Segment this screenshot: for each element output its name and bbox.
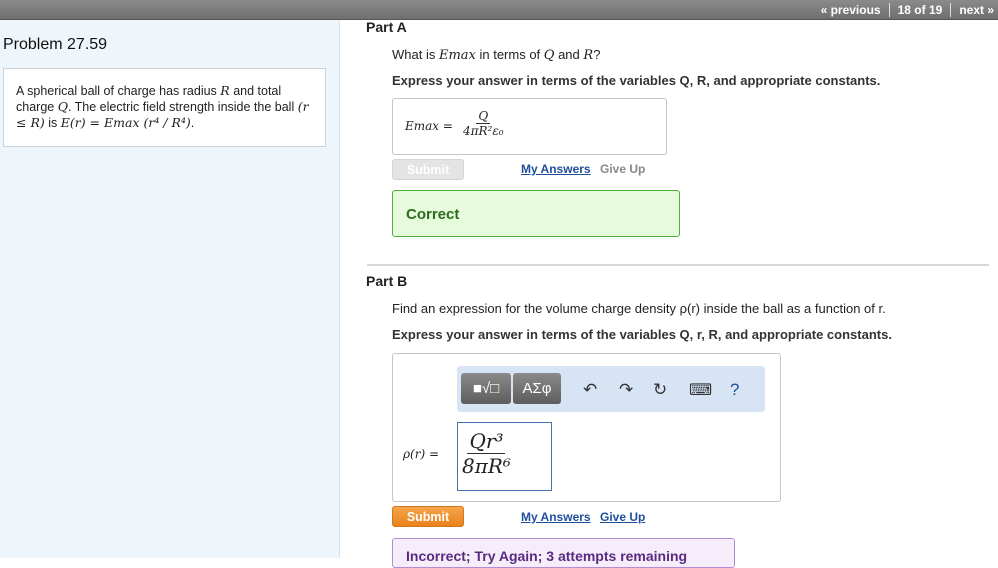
- part-b-submit-button[interactable]: Submit: [392, 506, 464, 527]
- problem-text: A spherical ball of charge has radius: [16, 84, 221, 98]
- top-navigation-bar: « previous 18 of 19 next »: [0, 0, 998, 20]
- symbol-R: R: [220, 83, 230, 98]
- part-a-instruction: Express your answer in terms of the vari…: [392, 73, 881, 88]
- problem-text: is: [44, 116, 61, 130]
- part-a-answer-lhs: Emax =: [405, 119, 453, 133]
- problem-text: .: [190, 116, 195, 130]
- question-text: ?: [593, 47, 601, 62]
- problem-title: Problem 27.59: [3, 36, 108, 53]
- fraction-numerator: Q: [476, 109, 491, 124]
- question-text: What is: [392, 47, 439, 62]
- part-a-correct-banner: Correct: [392, 190, 680, 237]
- part-a-submit-button[interactable]: Submit: [392, 159, 464, 180]
- reset-icon[interactable]: ↻: [653, 380, 667, 400]
- templates-button[interactable]: ■√□: [461, 373, 511, 404]
- part-b-instruction: Express your answer in terms of the vari…: [392, 327, 892, 342]
- main-content: Part A What is Emax in terms of Q and R?…: [341, 19, 998, 568]
- undo-icon[interactable]: ↶: [583, 380, 597, 400]
- symbol-emax: Emax: [438, 48, 476, 63]
- part-divider: [367, 264, 989, 266]
- fraction-denominator: 4πR²ε₀: [463, 124, 504, 138]
- part-b-feedback-banner: Incorrect; Try Again; 3 attempts remaini…: [392, 538, 735, 568]
- part-b-label: Part B: [366, 273, 408, 289]
- field-formula: E(r) = Emax (r⁴ / R⁴): [60, 115, 191, 130]
- symbol-R: R: [583, 48, 594, 63]
- symbols-button[interactable]: ΑΣφ: [513, 373, 561, 404]
- part-b-my-answers-link[interactable]: My Answers: [521, 510, 591, 524]
- problem-panel: Problem 27.59 A spherical ball of charge…: [0, 20, 340, 558]
- next-link[interactable]: next »: [951, 3, 998, 17]
- part-a-give-up-link[interactable]: Give Up: [600, 162, 645, 176]
- problem-navigation: « previous 18 of 19 next »: [813, 0, 998, 20]
- help-icon[interactable]: ?: [730, 380, 739, 400]
- symbol-Q: Q: [57, 99, 68, 114]
- part-b-give-up-link[interactable]: Give Up: [600, 510, 645, 524]
- part-b-answer-box: ■√□ ΑΣφ ↶ ↷ ↻ ⌨ ? ρ(r) = Qr³ 8πR⁶: [392, 353, 781, 502]
- correct-text: Correct: [406, 206, 460, 223]
- fraction-numerator: Qr³: [467, 429, 506, 454]
- part-a-answer-fraction: Q 4πR²ε₀: [463, 109, 504, 138]
- part-a-answer-box: Emax = Q 4πR²ε₀: [392, 98, 667, 155]
- part-b-question: Find an expression for the volume charge…: [392, 301, 886, 316]
- problem-text: . The electric field strength inside the…: [67, 100, 298, 114]
- part-a-label: Part A: [366, 19, 407, 35]
- part-a-question: What is Emax in terms of Q and R?: [392, 47, 600, 63]
- question-text: in terms of: [475, 47, 544, 62]
- feedback-text: Incorrect; Try Again; 3 attempts remaini…: [406, 548, 688, 564]
- keyboard-icon[interactable]: ⌨: [689, 380, 712, 400]
- part-b-answer-input[interactable]: Qr³ 8πR⁶: [457, 422, 552, 491]
- part-b-answer-lhs: ρ(r) =: [403, 447, 440, 461]
- previous-link[interactable]: « previous: [813, 3, 890, 17]
- part-a-my-answers-link[interactable]: My Answers: [521, 162, 591, 176]
- part-b-answer-fraction: Qr³ 8πR⁶: [462, 429, 511, 478]
- symbol-Q: Q: [543, 48, 555, 63]
- redo-icon[interactable]: ↷: [619, 380, 633, 400]
- problem-statement: A spherical ball of charge has radius R …: [3, 68, 326, 147]
- fraction-denominator: 8πR⁶: [462, 454, 511, 478]
- question-text: and: [554, 47, 584, 62]
- math-toolbar: ■√□ ΑΣφ ↶ ↷ ↻ ⌨ ?: [457, 366, 765, 412]
- problem-position: 18 of 19: [890, 3, 952, 17]
